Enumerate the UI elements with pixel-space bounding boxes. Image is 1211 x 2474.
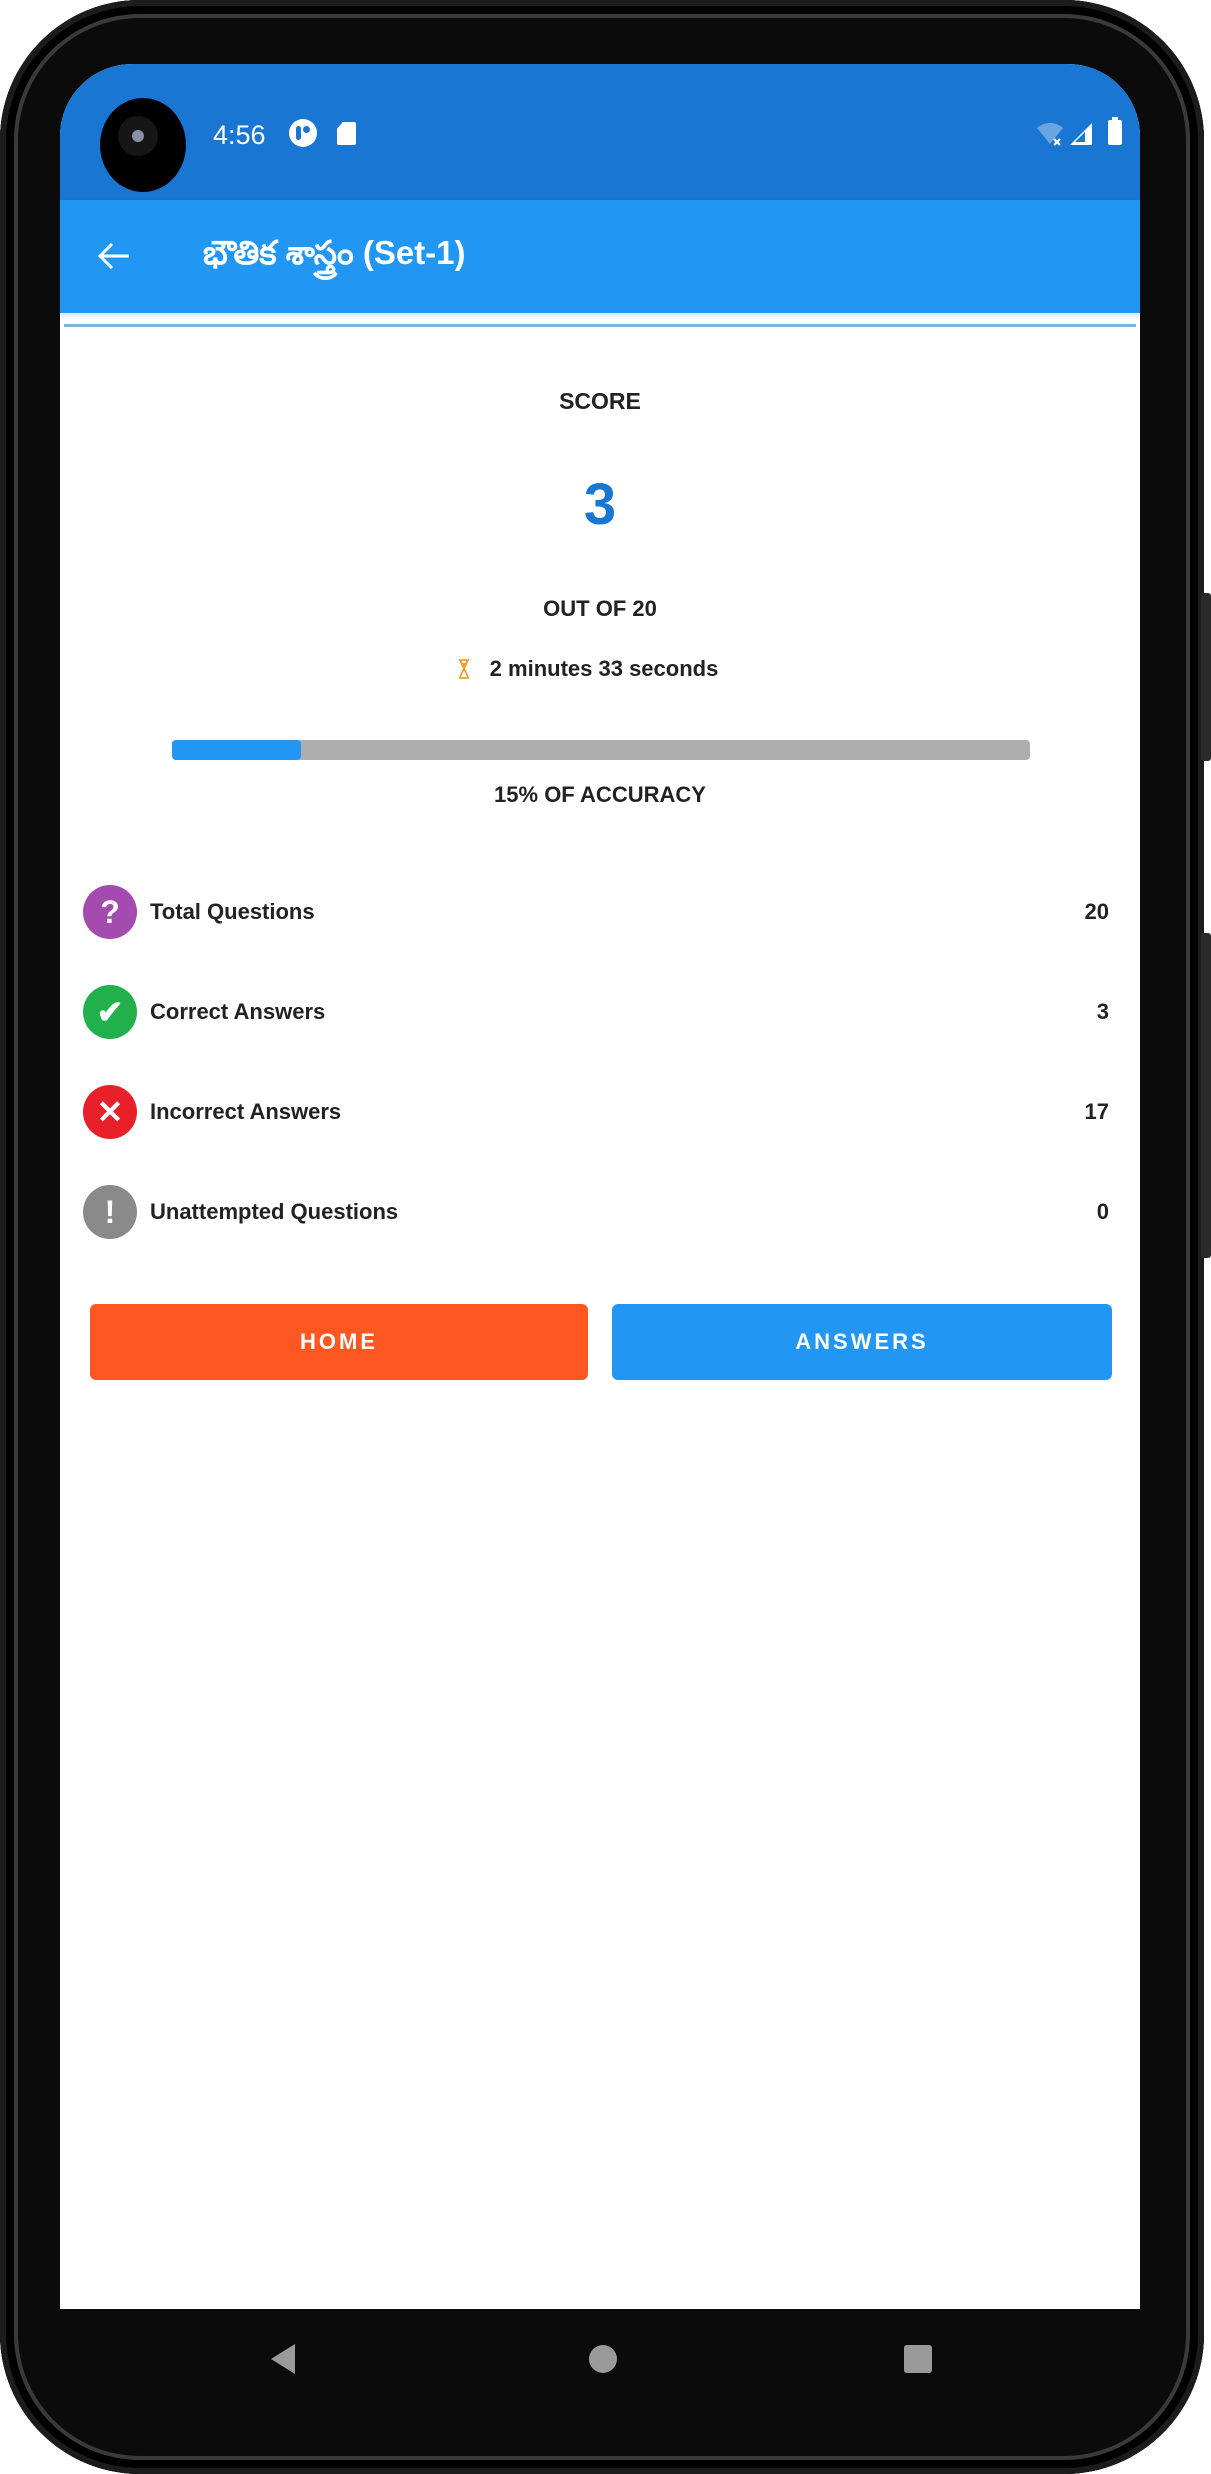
wifi-off-icon	[1037, 122, 1063, 146]
battery-icon	[1108, 117, 1122, 145]
stat-value: 3	[1096, 999, 1109, 1024]
question-icon: ?	[83, 885, 137, 939]
power-button	[1201, 593, 1211, 761]
pocket-casts-icon	[289, 119, 317, 147]
navigation-bar	[60, 2309, 1140, 2409]
back-button[interactable]	[90, 232, 138, 280]
score-value: 3	[583, 472, 617, 537]
answers-button[interactable]: ANSWERS	[612, 1304, 1112, 1380]
stat-row-unattempted: ! Unattempted Questions 0	[60, 1182, 1140, 1242]
stat-row-incorrect: ✕ Incorrect Answers 17	[60, 1082, 1140, 1142]
stat-label: Correct Answers	[150, 999, 326, 1024]
hourglass-icon	[458, 659, 469, 679]
nav-recents-button[interactable]	[898, 2339, 938, 2379]
elapsed-time: 2 minutes 33 seconds	[489, 656, 719, 681]
stat-label: Total Questions	[150, 899, 315, 924]
home-button[interactable]: HOME	[90, 1304, 588, 1380]
status-time: 4:56	[213, 120, 266, 150]
divider	[64, 324, 1136, 327]
volume-button	[1201, 933, 1211, 1258]
stat-row-correct: ✔ Correct Answers 3	[60, 982, 1140, 1042]
stat-label: Incorrect Answers	[150, 1099, 342, 1124]
stat-row-total: ? Total Questions 20	[60, 882, 1140, 942]
accuracy-progress-fill	[172, 740, 301, 760]
stat-label: Unattempted Questions	[150, 1199, 399, 1224]
nav-back-icon	[271, 2344, 295, 2374]
accuracy-progress-bar	[172, 740, 1030, 760]
nav-home-icon	[589, 2345, 617, 2373]
arrow-left-icon	[97, 242, 129, 270]
check-icon: ✔	[83, 985, 137, 1039]
status-bar: 4:56	[60, 64, 1140, 200]
nav-home-button[interactable]	[583, 2339, 623, 2379]
stat-value: 20	[1084, 899, 1109, 924]
app-bar: భౌతిక శాస్త్రం (Set-1)	[60, 200, 1140, 313]
accuracy-label: 15% OF ACCURACY	[494, 782, 706, 807]
exclamation-icon: !	[83, 1185, 137, 1239]
elapsed-time-row: 2 minutes 33 seconds	[60, 656, 1140, 682]
signal-icon	[1070, 123, 1092, 145]
stat-value: 17	[1084, 1099, 1109, 1124]
sd-card-icon	[337, 122, 356, 145]
out-of-label: OUT OF 20	[543, 596, 657, 621]
page-title: భౌతిక శాస్త్రం (Set-1)	[203, 234, 466, 271]
camera-cutout	[100, 98, 186, 192]
close-icon: ✕	[83, 1085, 137, 1139]
nav-recents-icon	[904, 2345, 932, 2373]
nav-back-button[interactable]	[263, 2339, 303, 2379]
stat-value: 0	[1096, 1199, 1109, 1224]
score-label: SCORE	[559, 388, 641, 414]
screen: 4:56 భౌతిక శాస్త్రం (Set-1) SCORE 3 OUT …	[60, 64, 1140, 2309]
